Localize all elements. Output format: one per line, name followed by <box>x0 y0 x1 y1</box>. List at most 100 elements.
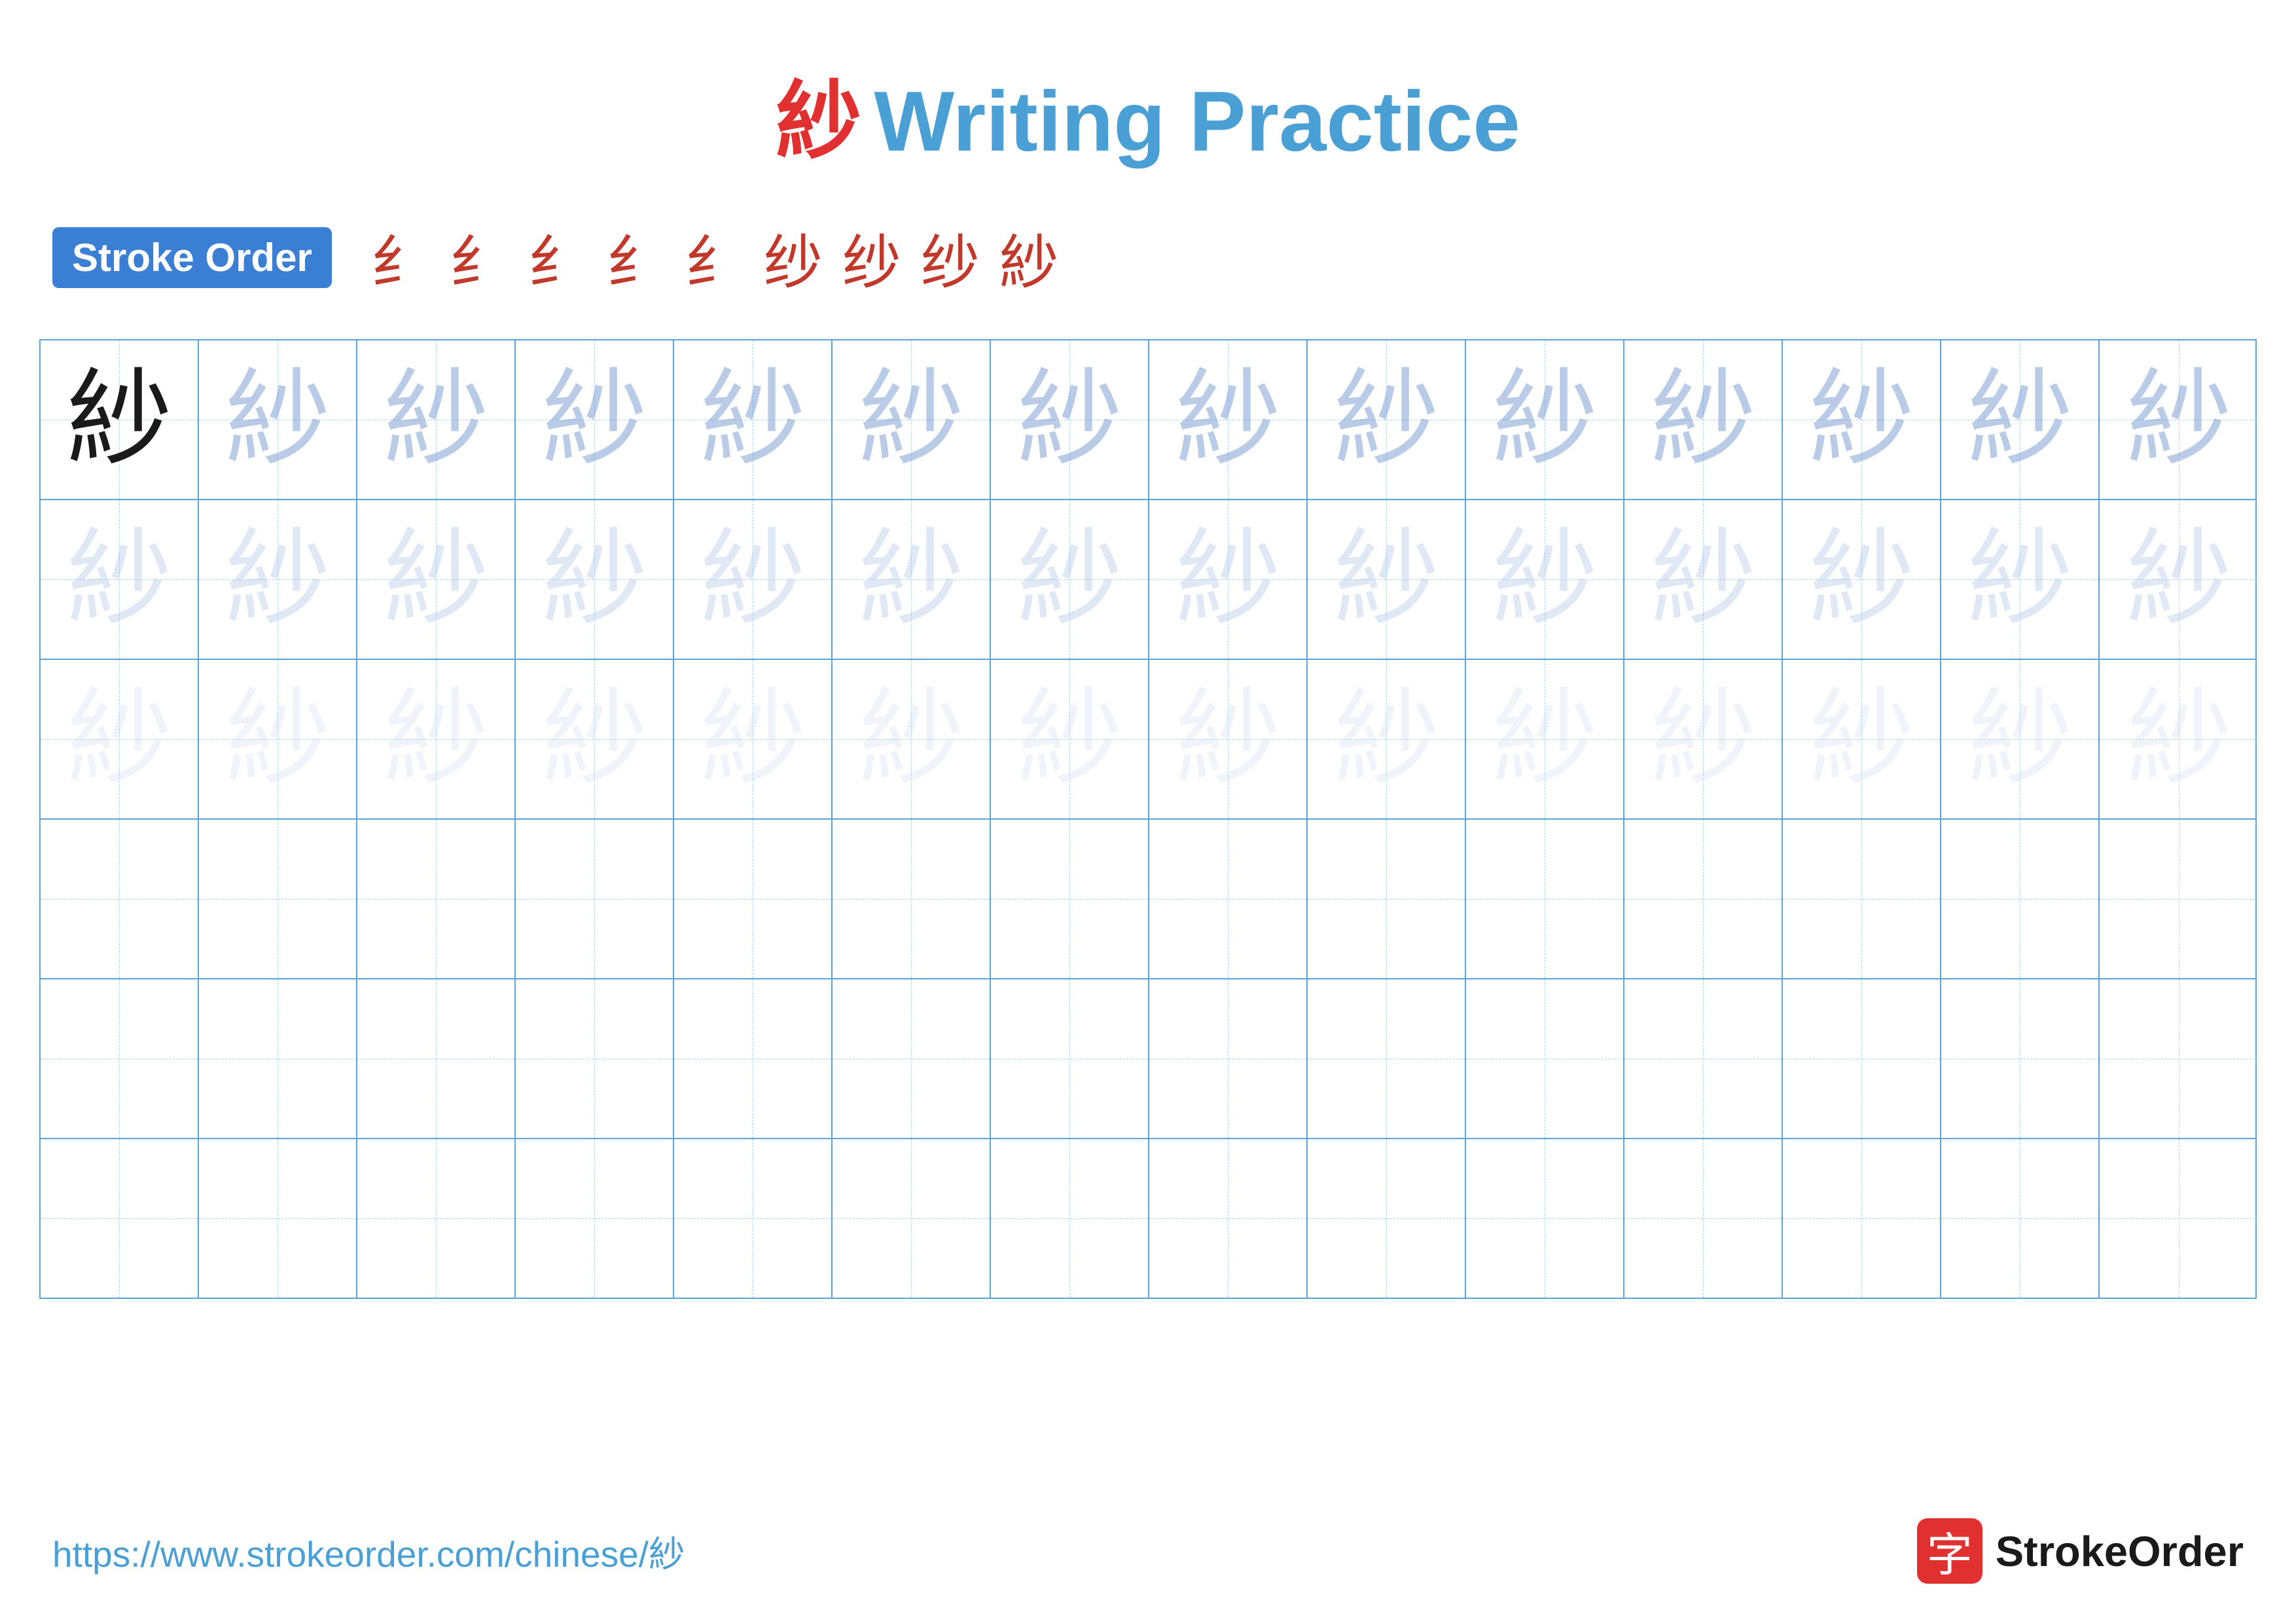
grid-cell-r6-c6[interactable] <box>833 1139 991 1298</box>
grid-cell-r3-c7[interactable]: 紗 <box>991 660 1149 818</box>
grid-cell-r6-c10[interactable] <box>1466 1139 1624 1298</box>
grid-cell-r3-c2[interactable]: 紗 <box>199 660 357 818</box>
grid-cell-r2-c3[interactable]: 紗 <box>357 500 516 659</box>
grid-cell-r6-c7[interactable] <box>991 1139 1149 1298</box>
grid-cell-r2-c10[interactable]: 紗 <box>1466 500 1624 659</box>
grid-row-2: 紗 紗 紗 紗 紗 紗 紗 紗 紗 紗 紗 紗 紗 紗 <box>41 500 2255 660</box>
grid-cell-r3-c14[interactable]: 紗 <box>2100 660 2258 818</box>
char-guide: 紗 <box>1492 687 1597 792</box>
grid-cell-r2-c7[interactable]: 紗 <box>991 500 1149 659</box>
grid-cell-r5-c9[interactable] <box>1308 979 1466 1138</box>
grid-cell-r1-c5[interactable]: 紗 <box>674 340 833 499</box>
grid-cell-r5-c7[interactable] <box>991 979 1149 1138</box>
char-guide: 紗 <box>384 367 488 472</box>
grid-cell-r2-c4[interactable]: 紗 <box>516 500 674 659</box>
grid-cell-r1-c14[interactable]: 紗 <box>2100 340 2258 499</box>
grid-cell-r3-c13[interactable]: 紗 <box>1941 660 2100 818</box>
grid-cell-r6-c3[interactable] <box>357 1139 516 1298</box>
grid-cell-r1-c13[interactable]: 紗 <box>1941 340 2100 499</box>
grid-cell-r5-c8[interactable] <box>1149 979 1308 1138</box>
grid-row-1: 紗 紗 紗 紗 紗 紗 紗 紗 紗 紗 紗 紗 <box>41 340 2255 500</box>
grid-cell-r2-c11[interactable]: 紗 <box>1624 500 1783 659</box>
grid-cell-r6-c9[interactable] <box>1308 1139 1466 1298</box>
grid-cell-r3-c11[interactable]: 紗 <box>1624 660 1783 818</box>
grid-cell-r4-c9[interactable] <box>1308 820 1466 978</box>
grid-cell-r2-c6[interactable]: 紗 <box>833 500 991 659</box>
grid-cell-r3-c10[interactable]: 紗 <box>1466 660 1624 818</box>
grid-cell-r1-c4[interactable]: 紗 <box>516 340 674 499</box>
grid-cell-r4-c11[interactable] <box>1624 820 1783 978</box>
grid-cell-r6-c14[interactable] <box>2100 1139 2258 1298</box>
grid-cell-r2-c8[interactable]: 紗 <box>1149 500 1308 659</box>
grid-cell-r2-c14[interactable]: 紗 <box>2100 500 2258 659</box>
grid-cell-r5-c10[interactable] <box>1466 979 1624 1138</box>
grid-cell-r3-c6[interactable]: 紗 <box>833 660 991 818</box>
stroke-step-8: 纱 <box>842 215 901 300</box>
grid-cell-r3-c8[interactable]: 紗 <box>1149 660 1308 818</box>
brand-name: StrokeOrder <box>1996 1527 2244 1576</box>
grid-cell-r1-c10[interactable]: 紗 <box>1466 340 1624 499</box>
char-guide: 紗 <box>1809 367 1914 472</box>
grid-cell-r6-c12[interactable] <box>1783 1139 1941 1298</box>
grid-cell-r5-c3[interactable] <box>357 979 516 1138</box>
grid-cell-r4-c7[interactable] <box>991 820 1149 978</box>
char-guide: 紗 <box>1809 687 1914 792</box>
char-guide: 紗 <box>384 527 488 632</box>
char-guide: 紗 <box>542 687 647 792</box>
grid-cell-r5-c1[interactable] <box>41 979 199 1138</box>
grid-cell-r3-c4[interactable]: 紗 <box>516 660 674 818</box>
grid-cell-r3-c9[interactable]: 紗 <box>1308 660 1466 818</box>
grid-cell-r4-c10[interactable] <box>1466 820 1624 978</box>
grid-cell-r4-c6[interactable] <box>833 820 991 978</box>
grid-cell-r4-c14[interactable] <box>2100 820 2258 978</box>
grid-cell-r1-c7[interactable]: 紗 <box>991 340 1149 499</box>
grid-cell-r6-c1[interactable] <box>41 1139 199 1298</box>
char-guide: 紗 <box>1017 687 1122 792</box>
grid-cell-r4-c12[interactable] <box>1783 820 1941 978</box>
grid-cell-r4-c2[interactable] <box>199 820 357 978</box>
grid-cell-r1-c9[interactable]: 紗 <box>1308 340 1466 499</box>
grid-cell-r3-c1[interactable]: 紗 <box>41 660 199 818</box>
grid-cell-r4-c4[interactable] <box>516 820 674 978</box>
grid-cell-r1-c3[interactable]: 紗 <box>357 340 516 499</box>
grid-cell-r4-c3[interactable] <box>357 820 516 978</box>
grid-cell-r5-c13[interactable] <box>1941 979 2100 1138</box>
char-guide: 紗 <box>1334 687 1439 792</box>
grid-cell-r4-c13[interactable] <box>1941 820 2100 978</box>
grid-cell-r2-c5[interactable]: 紗 <box>674 500 833 659</box>
grid-cell-r3-c12[interactable]: 紗 <box>1783 660 1941 818</box>
grid-cell-r1-c11[interactable]: 紗 <box>1624 340 1783 499</box>
grid-cell-r4-c1[interactable] <box>41 820 199 978</box>
grid-cell-r5-c2[interactable] <box>199 979 357 1138</box>
grid-cell-r1-c8[interactable]: 紗 <box>1149 340 1308 499</box>
grid-cell-r5-c5[interactable] <box>674 979 833 1138</box>
grid-cell-r5-c11[interactable] <box>1624 979 1783 1138</box>
grid-cell-r3-c5[interactable]: 紗 <box>674 660 833 818</box>
grid-cell-r6-c11[interactable] <box>1624 1139 1783 1298</box>
char-guide: 紗 <box>700 527 805 632</box>
grid-cell-r5-c4[interactable] <box>516 979 674 1138</box>
grid-cell-r2-c2[interactable]: 紗 <box>199 500 357 659</box>
grid-cell-r5-c6[interactable] <box>833 979 991 1138</box>
grid-cell-r1-c1[interactable]: 紗 <box>41 340 199 499</box>
grid-cell-r5-c14[interactable] <box>2100 979 2258 1138</box>
grid-cell-r6-c8[interactable] <box>1149 1139 1308 1298</box>
char-guide: 紗 <box>700 367 805 472</box>
grid-cell-r6-c2[interactable] <box>199 1139 357 1298</box>
grid-cell-r6-c5[interactable] <box>674 1139 833 1298</box>
grid-cell-r2-c13[interactable]: 紗 <box>1941 500 2100 659</box>
char-guide: 紗 <box>2126 367 2231 472</box>
grid-cell-r1-c12[interactable]: 紗 <box>1783 340 1941 499</box>
title-character: 紗 <box>776 73 861 169</box>
grid-cell-r1-c6[interactable]: 紗 <box>833 340 991 499</box>
grid-cell-r2-c12[interactable]: 紗 <box>1783 500 1941 659</box>
grid-cell-r2-c1[interactable]: 紗 <box>41 500 199 659</box>
grid-cell-r6-c4[interactable] <box>516 1139 674 1298</box>
grid-cell-r1-c2[interactable]: 紗 <box>199 340 357 499</box>
grid-cell-r4-c5[interactable] <box>674 820 833 978</box>
grid-cell-r5-c12[interactable] <box>1783 979 1941 1138</box>
grid-cell-r6-c13[interactable] <box>1941 1139 2100 1298</box>
grid-cell-r3-c3[interactable]: 紗 <box>357 660 516 818</box>
grid-cell-r2-c9[interactable]: 紗 <box>1308 500 1466 659</box>
grid-cell-r4-c8[interactable] <box>1149 820 1308 978</box>
